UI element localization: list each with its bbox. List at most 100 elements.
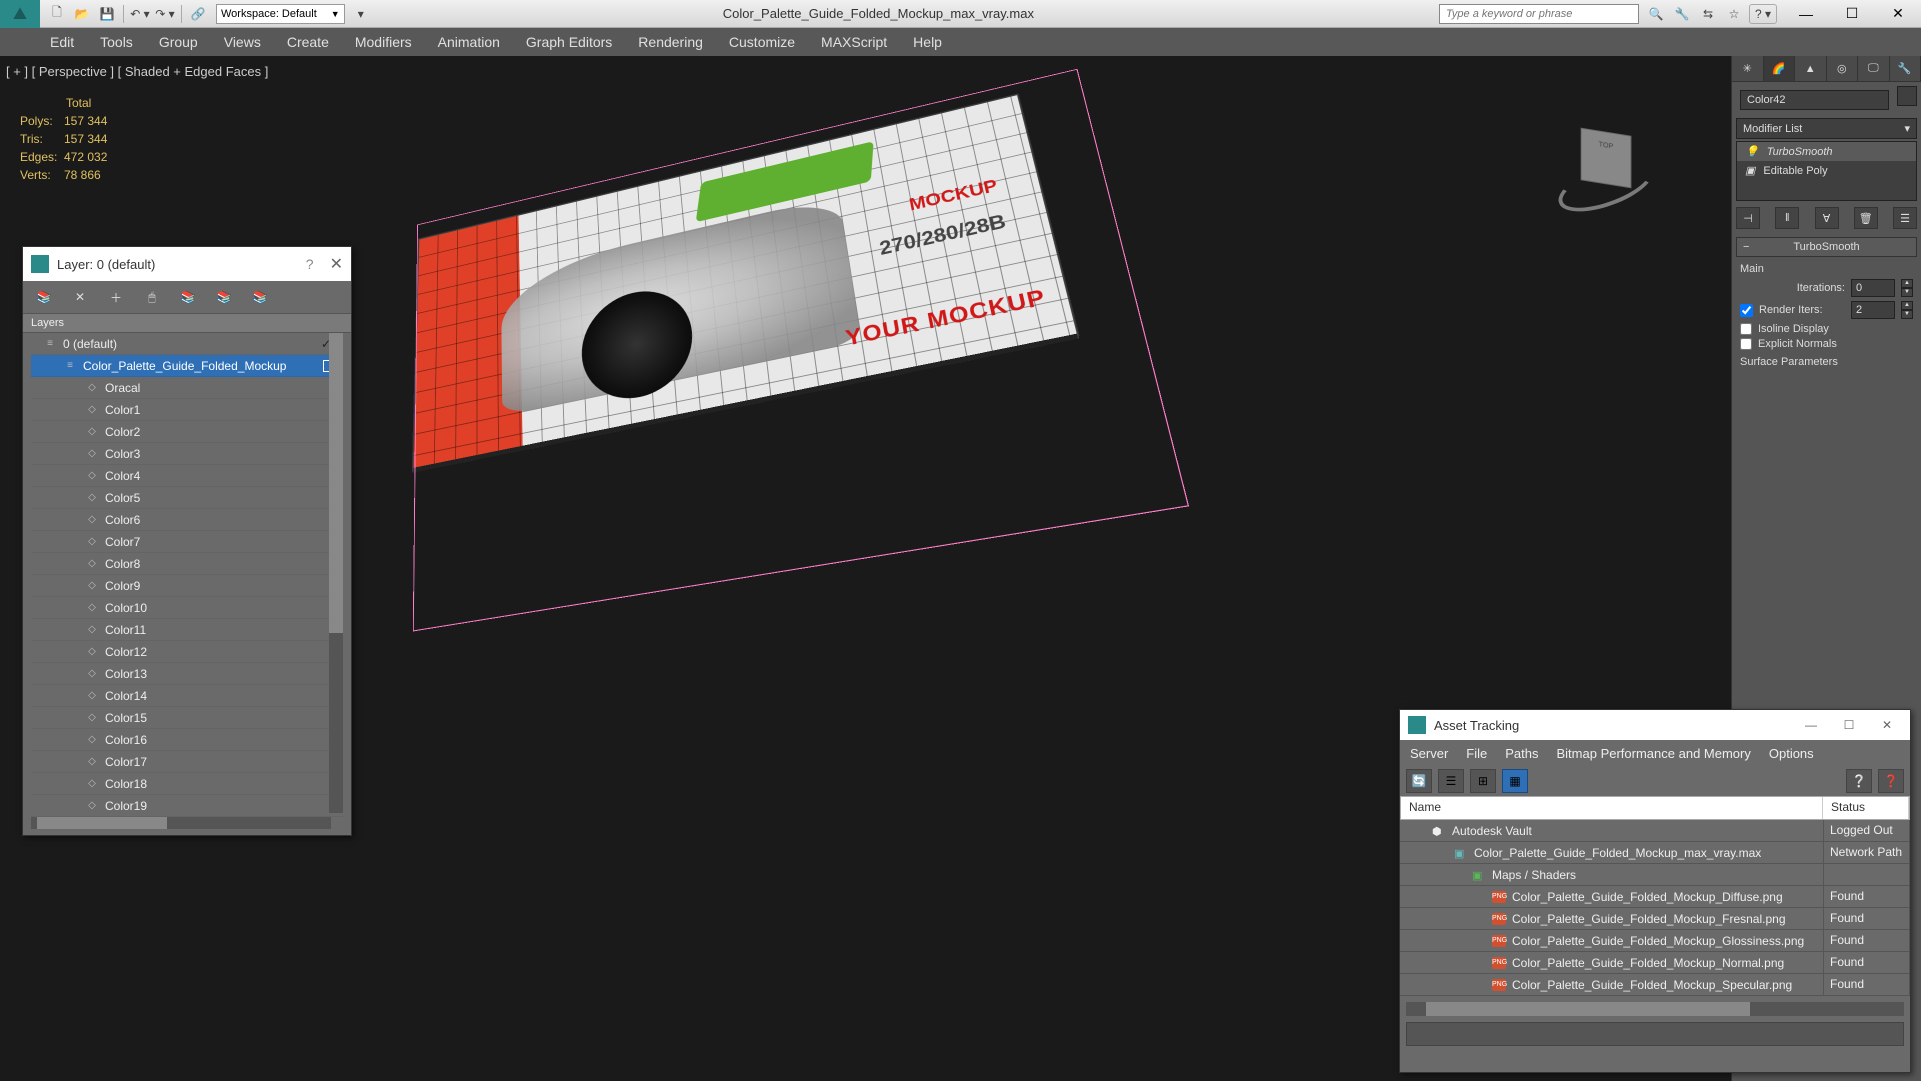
layer-row[interactable]: ◇Color7: [31, 531, 343, 553]
refresh-icon[interactable]: 🔄: [1406, 769, 1432, 793]
asset-rows[interactable]: ⬢Autodesk VaultLogged Out▣Color_Palette_…: [1400, 820, 1910, 996]
layer-row[interactable]: ◇Color12: [31, 641, 343, 663]
asset-h-scrollbar[interactable]: [1406, 1002, 1904, 1016]
asset-row[interactable]: PNGColor_Palette_Guide_Folded_Mockup_Nor…: [1400, 952, 1910, 974]
menu-graph-editors[interactable]: Graph Editors: [526, 34, 612, 50]
tab-motion[interactable]: ◎: [1827, 56, 1859, 81]
menu-views[interactable]: Views: [224, 34, 261, 50]
save-file-icon[interactable]: 💾: [96, 4, 118, 24]
star-icon[interactable]: ☆: [1723, 4, 1745, 24]
layer-row[interactable]: ◇Color19: [31, 795, 343, 817]
col-name[interactable]: Name: [1401, 797, 1823, 819]
add-layer-icon[interactable]: ＋: [105, 286, 127, 308]
link-icon[interactable]: 🔗: [187, 4, 209, 24]
asset-panel-titlebar[interactable]: Asset Tracking — ☐ ✕: [1400, 710, 1910, 740]
layer-row[interactable]: ◇Color18: [31, 773, 343, 795]
menu-modifiers[interactable]: Modifiers: [355, 34, 412, 50]
asset-menu-options[interactable]: Options: [1769, 746, 1814, 761]
render-iters-spinner[interactable]: 2: [1851, 301, 1895, 319]
layer-row[interactable]: ◇Color11: [31, 619, 343, 641]
tab-modify[interactable]: 🌈: [1764, 56, 1796, 81]
view-cube[interactable]: TOP: [1551, 116, 1661, 226]
app-logo[interactable]: [0, 0, 40, 28]
configure-icon[interactable]: ☰: [1893, 207, 1917, 229]
layer-panel-titlebar[interactable]: Layer: 0 (default) ? ✕: [23, 247, 351, 281]
asset-row[interactable]: PNGColor_Palette_Guide_Folded_Mockup_Spe…: [1400, 974, 1910, 996]
layer-row[interactable]: ◇Oracal: [31, 377, 343, 399]
viewport-label[interactable]: [ + ] [ Perspective ] [ Shaded + Edged F…: [6, 64, 268, 79]
iterations-spinner[interactable]: 0: [1851, 279, 1895, 297]
layer-row[interactable]: ≡0 (default): [31, 333, 343, 355]
modifier-stack[interactable]: 💡TurboSmooth ▣Editable Poly: [1736, 141, 1917, 201]
menu-edit[interactable]: Edit: [50, 34, 74, 50]
object-color-swatch[interactable]: [1897, 86, 1917, 106]
menu-animation[interactable]: Animation: [438, 34, 500, 50]
viewport-mesh[interactable]: MOCKUP 270/280/28B YOUR MOCKUP: [409, 80, 1188, 614]
asset-minimize-icon[interactable]: —: [1796, 718, 1826, 732]
asset-menu-file[interactable]: File: [1466, 746, 1487, 761]
minimize-button[interactable]: —: [1783, 0, 1829, 28]
show-end-icon[interactable]: ‖: [1775, 207, 1799, 229]
menu-group[interactable]: Group: [159, 34, 198, 50]
asset-info-icon[interactable]: ❓: [1878, 769, 1904, 793]
tab-create[interactable]: ✳: [1732, 56, 1764, 81]
list-view-icon[interactable]: ☰: [1438, 769, 1464, 793]
explicit-checkbox[interactable]: [1740, 338, 1752, 350]
unique-icon[interactable]: ∀: [1815, 207, 1839, 229]
layer-row[interactable]: ◇Color9: [31, 575, 343, 597]
asset-row[interactable]: PNGColor_Palette_Guide_Folded_Mockup_Glo…: [1400, 930, 1910, 952]
tab-utilities[interactable]: 🔧: [1890, 56, 1921, 81]
menu-rendering[interactable]: Rendering: [638, 34, 703, 50]
render-iters-spin-arrows[interactable]: ▲▼: [1901, 301, 1913, 319]
new-layer-icon[interactable]: 📚: [33, 286, 55, 308]
stack-item-turbosmooth[interactable]: 💡TurboSmooth: [1737, 142, 1916, 161]
workspace-selector[interactable]: Workspace: Default ▼: [216, 4, 345, 24]
tree-view-icon[interactable]: ⊞: [1470, 769, 1496, 793]
asset-menu-bitmap[interactable]: Bitmap Performance and Memory: [1557, 746, 1751, 761]
rollout-turbosmooth[interactable]: TurboSmooth: [1736, 237, 1917, 257]
layer-row[interactable]: ◇Color14: [31, 685, 343, 707]
freeze-layer-icon[interactable]: 📚: [249, 286, 271, 308]
layer-row[interactable]: ◇Color8: [31, 553, 343, 575]
asset-menu-paths[interactable]: Paths: [1505, 746, 1538, 761]
exchange-icon[interactable]: ⇆: [1697, 4, 1719, 24]
menu-create[interactable]: Create: [287, 34, 329, 50]
main-viewport[interactable]: [ + ] [ Perspective ] [ Shaded + Edged F…: [0, 56, 1921, 1081]
layer-row[interactable]: ◇Color5: [31, 487, 343, 509]
maximize-button[interactable]: ☐: [1829, 0, 1875, 28]
hide-layer-icon[interactable]: 📚: [213, 286, 235, 308]
menu-customize[interactable]: Customize: [729, 34, 795, 50]
object-name-field[interactable]: Color42: [1740, 90, 1889, 110]
help-icon[interactable]: ? ▾: [1749, 4, 1777, 24]
asset-row[interactable]: PNGColor_Palette_Guide_Folded_Mockup_Fre…: [1400, 908, 1910, 930]
workspace-extra-icon[interactable]: ▾: [350, 4, 372, 24]
menu-maxscript[interactable]: MAXScript: [821, 34, 887, 50]
layer-v-scrollbar[interactable]: [329, 333, 343, 813]
layer-panel-help-icon[interactable]: ?: [306, 256, 314, 272]
layer-panel-close-icon[interactable]: ✕: [330, 254, 343, 274]
layer-h-scrollbar[interactable]: [31, 817, 331, 829]
isoline-checkbox[interactable]: [1740, 323, 1752, 335]
close-button[interactable]: ✕: [1875, 0, 1921, 28]
asset-row[interactable]: ▣Color_Palette_Guide_Folded_Mockup_max_v…: [1400, 842, 1910, 864]
binoculars-icon[interactable]: 🔍: [1645, 4, 1667, 24]
search-input[interactable]: [1439, 4, 1639, 24]
col-status[interactable]: Status: [1823, 797, 1909, 819]
layer-row[interactable]: ◇Color15: [31, 707, 343, 729]
modifier-list-dropdown[interactable]: Modifier List ▾: [1736, 118, 1917, 139]
asset-row[interactable]: ⬢Autodesk VaultLogged Out: [1400, 820, 1910, 842]
tab-display[interactable]: 🖵: [1858, 56, 1890, 81]
iterations-spin-arrows[interactable]: ▲▼: [1901, 279, 1913, 297]
search-box[interactable]: [1439, 4, 1639, 24]
select-layer-icon[interactable]: 🖱: [141, 286, 163, 308]
remove-mod-icon[interactable]: 🗑: [1854, 207, 1878, 229]
delete-layer-icon[interactable]: ✕: [69, 286, 91, 308]
undo-icon[interactable]: ↶ ▾: [129, 4, 151, 24]
layer-row[interactable]: ≡Color_Palette_Guide_Folded_Mockup: [31, 355, 343, 377]
layer-row[interactable]: ◇Color3: [31, 443, 343, 465]
layer-row[interactable]: ◇Color17: [31, 751, 343, 773]
highlight-layer-icon[interactable]: 📚: [177, 286, 199, 308]
tab-hierarchy[interactable]: ▲: [1795, 56, 1827, 81]
pin-stack-icon[interactable]: ⊣: [1736, 207, 1760, 229]
menu-tools[interactable]: Tools: [100, 34, 133, 50]
